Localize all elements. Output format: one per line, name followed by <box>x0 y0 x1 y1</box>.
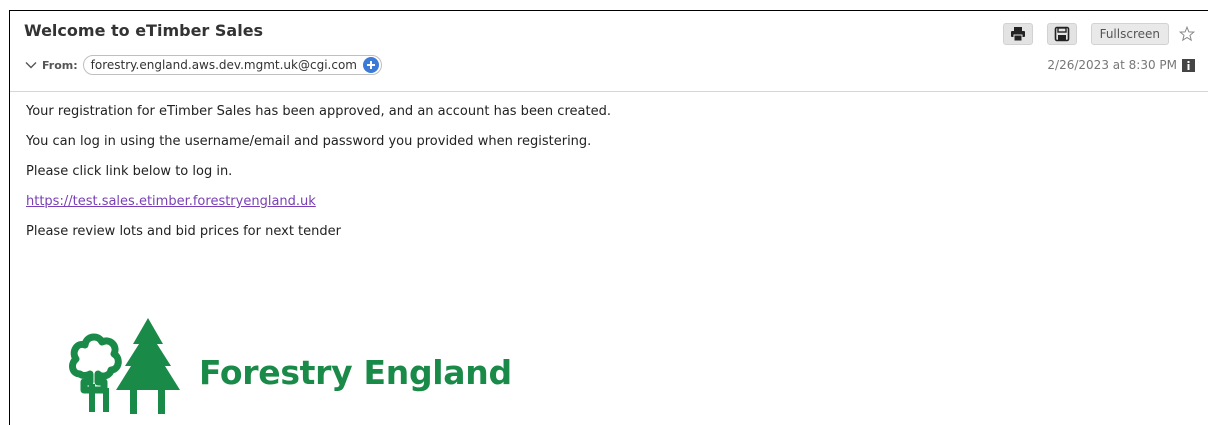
body-link-line: https://test.sales.etimber.forestryengla… <box>26 193 1196 223</box>
forestry-england-logo: Forestry England <box>68 318 512 418</box>
star-icon[interactable] <box>1179 26 1195 42</box>
logo-text: Forestry England <box>199 352 512 392</box>
tree-logo-icon <box>69 318 180 414</box>
message-header: Welcome to eTimber Sales From: forestry.… <box>10 11 1208 92</box>
message-body: Your registration for eTimber Sales has … <box>26 103 1196 253</box>
message-subject: Welcome to eTimber Sales <box>24 21 264 40</box>
body-line: Your registration for eTimber Sales has … <box>26 104 611 119</box>
sender-address: forestry.england.aws.dev.mgmt.uk@cgi.com <box>90 58 357 72</box>
save-button[interactable] <box>1046 23 1077 45</box>
sender-pill[interactable]: forestry.england.aws.dev.mgmt.uk@cgi.com <box>82 55 382 75</box>
fullscreen-button[interactable]: Fullscreen <box>1090 23 1169 45</box>
body-line: You can log in using the username/email … <box>26 134 592 149</box>
body-line: Please click link below to log in. <box>26 164 233 179</box>
print-icon <box>1010 27 1025 42</box>
save-icon <box>1054 26 1069 42</box>
add-contact-icon[interactable] <box>362 57 379 73</box>
from-label: From: <box>42 58 78 72</box>
info-icon[interactable] <box>1182 58 1195 72</box>
from-row: From: forestry.england.aws.dev.mgmt.uk@c… <box>24 55 382 75</box>
email-viewer: Welcome to eTimber Sales From: forestry.… <box>9 10 1208 425</box>
message-toolbar: Fullscreen <box>989 23 1195 45</box>
message-date: 2/26/2023 at 8:30 PM <box>1047 58 1177 72</box>
chevron-down-icon[interactable] <box>24 58 38 72</box>
date-row: 2/26/2023 at 8:30 PM <box>1047 58 1195 72</box>
login-link[interactable]: https://test.sales.etimber.forestryengla… <box>26 194 316 209</box>
print-button[interactable] <box>1002 23 1033 45</box>
body-line: Please review lots and bid prices for ne… <box>26 224 341 239</box>
